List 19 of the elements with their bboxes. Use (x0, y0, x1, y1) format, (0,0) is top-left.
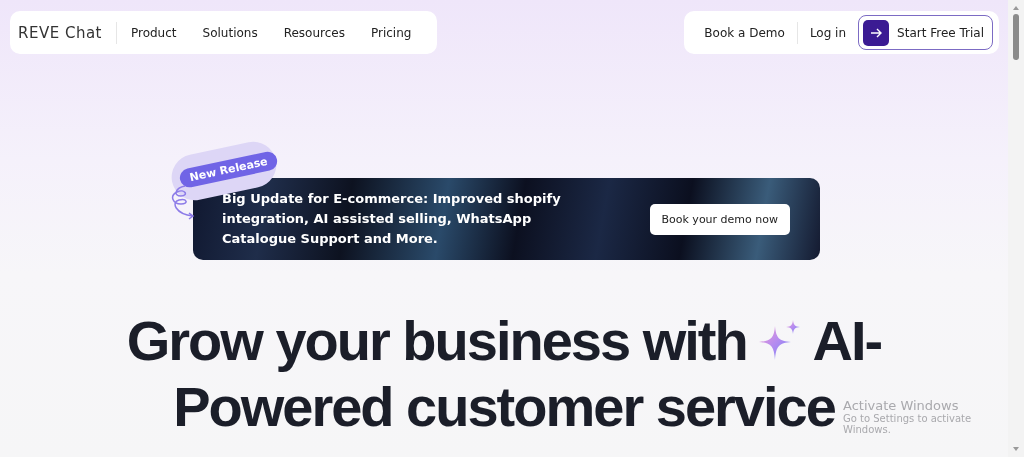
start-trial-button[interactable]: Start Free Trial (858, 15, 993, 50)
arrow-right-icon (870, 27, 883, 38)
nav-link[interactable]: Resources (269, 25, 345, 40)
nav-link[interactable]: Pricing (356, 25, 412, 40)
nav-link[interactable]: Solutions (188, 25, 258, 40)
activation-title: Activate Windows (843, 398, 960, 413)
headline-text: Powered customer service (173, 374, 835, 440)
book-demo-button[interactable]: Book your demo now (649, 203, 790, 235)
nav-link[interactable]: Product (116, 25, 177, 40)
scrollbar[interactable] (1008, 0, 1024, 457)
headline-text: Grow your business with (126, 308, 747, 374)
announcement-text: Big Update for E-commerce: Improved shopify integration, AI assisted selling, WhatsApp Catalogue Support and More. (222, 190, 562, 248)
scrollbar-thumb[interactable] (1013, 14, 1019, 60)
headline-text: AI- (812, 308, 882, 374)
activation-message: Go to Settings to activate Windows. (843, 413, 973, 435)
nav-action-link[interactable]: Log in (797, 25, 859, 40)
swirl-arrow-icon (171, 184, 197, 220)
nav-action-link[interactable]: Book a Demo (692, 25, 797, 40)
brand-logo[interactable]: REVE Chat (18, 23, 116, 42)
